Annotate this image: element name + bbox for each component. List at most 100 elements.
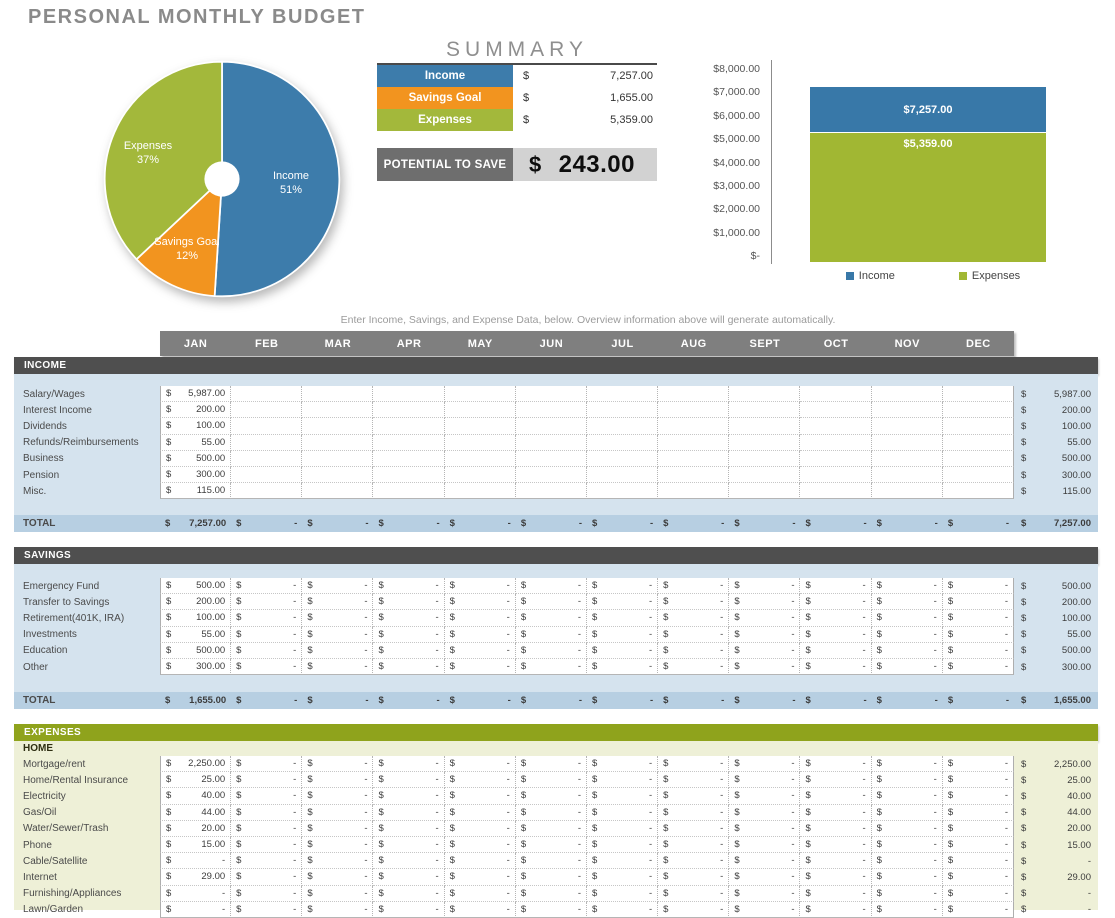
cell-month[interactable] (302, 467, 373, 483)
cell-month[interactable]: $- (658, 772, 729, 788)
cell-month[interactable]: $- (231, 869, 302, 885)
cell-jan[interactable]: $5,987.00 (160, 386, 231, 402)
cell-month[interactable]: $- (943, 578, 1014, 594)
cell-year-total[interactable]: $55.00 (1014, 435, 1098, 451)
cell-month[interactable] (587, 435, 658, 451)
cell-month[interactable]: $- (373, 578, 444, 594)
cell-month[interactable]: $- (516, 594, 587, 610)
cell-month[interactable]: $- (943, 659, 1014, 675)
cell-month[interactable]: $- (943, 594, 1014, 610)
cell-month[interactable]: $- (658, 515, 729, 532)
cell-month[interactable]: $- (943, 610, 1014, 626)
cell-month[interactable]: $- (302, 627, 373, 643)
cell-month[interactable]: $- (658, 853, 729, 869)
cell-month[interactable]: $- (516, 627, 587, 643)
cell-month[interactable]: $- (587, 578, 658, 594)
cell-month[interactable] (872, 483, 943, 499)
cell-month[interactable] (943, 467, 1014, 483)
cell-month[interactable]: $- (445, 805, 516, 821)
cell-month[interactable]: $- (373, 692, 444, 709)
cell-month[interactable]: $- (516, 659, 587, 675)
row-label[interactable]: Internet (14, 869, 160, 885)
cell-year-total[interactable]: $29.00 (1014, 869, 1098, 885)
cell-month[interactable]: $- (302, 515, 373, 532)
cell-month[interactable] (302, 483, 373, 499)
cell-month[interactable]: $- (587, 821, 658, 837)
cell-month[interactable] (373, 451, 444, 467)
cell-month[interactable]: $- (302, 886, 373, 902)
cell-month[interactable] (658, 386, 729, 402)
cell-month[interactable]: $- (302, 788, 373, 804)
cell-year-total[interactable]: $300.00 (1014, 659, 1098, 675)
cell-month[interactable]: $- (445, 627, 516, 643)
cell-month[interactable] (800, 418, 871, 434)
cell-month[interactable]: $- (231, 692, 302, 709)
cell-month[interactable]: $- (231, 578, 302, 594)
cell-month[interactable] (373, 402, 444, 418)
cell-month[interactable]: $- (302, 853, 373, 869)
cell-month[interactable]: $- (872, 869, 943, 885)
row-label[interactable]: Business (14, 451, 160, 467)
row-label[interactable]: Salary/Wages (14, 386, 160, 402)
cell-month[interactable] (302, 402, 373, 418)
cell-month[interactable]: $- (943, 692, 1014, 709)
cell-month[interactable] (872, 418, 943, 434)
cell-month[interactable]: $- (658, 692, 729, 709)
cell-month[interactable]: $- (373, 643, 444, 659)
cell-month[interactable] (231, 435, 302, 451)
cell-month[interactable] (943, 418, 1014, 434)
cell-jan[interactable]: $2,250.00 (160, 756, 231, 772)
cell-month[interactable]: $- (800, 869, 871, 885)
cell-month[interactable]: $- (872, 886, 943, 902)
cell-month[interactable]: $- (445, 837, 516, 853)
cell-month[interactable]: $- (445, 772, 516, 788)
cell-month[interactable] (516, 467, 587, 483)
cell-month[interactable]: $- (587, 627, 658, 643)
cell-month[interactable] (587, 467, 658, 483)
cell-month[interactable] (800, 402, 871, 418)
cell-month[interactable]: $- (872, 610, 943, 626)
cell-month[interactable]: $- (445, 869, 516, 885)
row-label[interactable]: Phone (14, 837, 160, 853)
cell-month[interactable]: $- (800, 821, 871, 837)
cell-month[interactable] (800, 435, 871, 451)
cell-month[interactable]: $- (872, 627, 943, 643)
cell-month[interactable]: $- (587, 805, 658, 821)
cell-month[interactable]: $- (587, 772, 658, 788)
cell-month[interactable]: $- (800, 692, 871, 709)
cell-jan[interactable]: $500.00 (160, 451, 231, 467)
cell-month[interactable]: $- (587, 692, 658, 709)
cell-month[interactable] (587, 418, 658, 434)
cell-month[interactable] (516, 418, 587, 434)
cell-month[interactable]: $- (658, 837, 729, 853)
cell-month[interactable] (658, 483, 729, 499)
cell-month[interactable]: $- (729, 610, 800, 626)
cell-month[interactable]: $- (943, 756, 1014, 772)
row-label[interactable]: Education (14, 643, 160, 659)
cell-month[interactable] (373, 435, 444, 451)
cell-month[interactable]: $- (373, 788, 444, 804)
cell-month[interactable]: $- (445, 821, 516, 837)
row-label[interactable]: Other (14, 659, 160, 675)
cell-month[interactable]: $- (872, 837, 943, 853)
cell-month[interactable] (729, 418, 800, 434)
cell-month[interactable]: $- (587, 837, 658, 853)
cell-jan[interactable]: $44.00 (160, 805, 231, 821)
cell-month[interactable] (445, 483, 516, 499)
cell-jan[interactable]: $100.00 (160, 610, 231, 626)
cell-month[interactable] (445, 467, 516, 483)
cell-month[interactable]: $- (445, 692, 516, 709)
cell-jan[interactable]: $29.00 (160, 869, 231, 885)
cell-month[interactable]: $- (658, 627, 729, 643)
cell-month[interactable]: $- (729, 886, 800, 902)
cell-month[interactable]: $- (516, 869, 587, 885)
cell-year-total[interactable]: $100.00 (1014, 418, 1098, 434)
cell-month[interactable]: $- (800, 805, 871, 821)
cell-month[interactable]: $- (943, 886, 1014, 902)
cell-month[interactable]: $- (943, 643, 1014, 659)
cell-month[interactable]: $- (872, 788, 943, 804)
cell-month[interactable]: $- (445, 610, 516, 626)
cell-month[interactable]: $- (516, 805, 587, 821)
cell-month[interactable]: $- (231, 643, 302, 659)
cell-year-total[interactable]: $5,987.00 (1014, 386, 1098, 402)
